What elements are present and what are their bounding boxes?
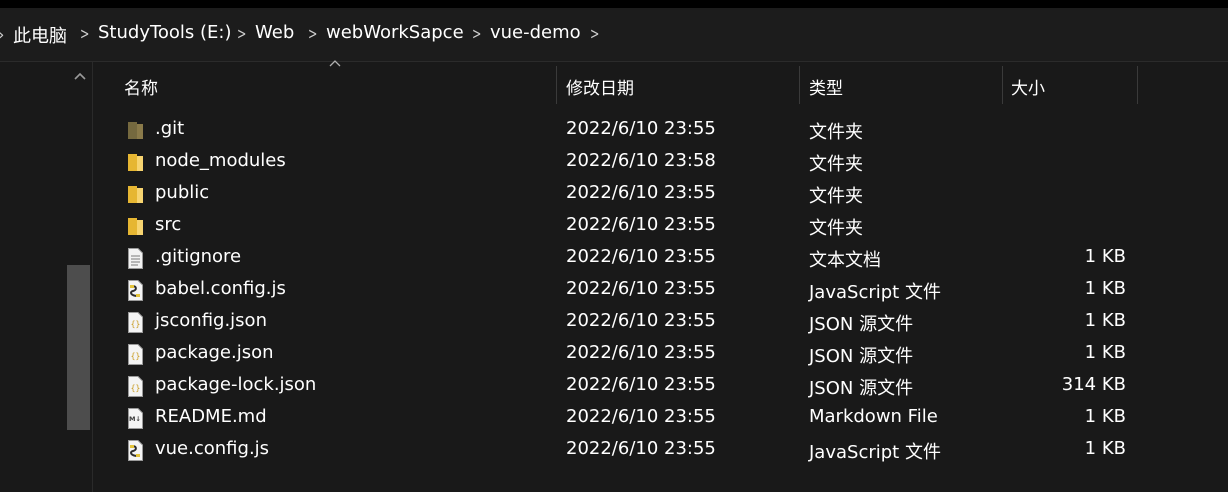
file-type: JSON 源文件: [809, 346, 914, 367]
breadcrumb-vue-demo[interactable]: vue-demo: [490, 22, 581, 43]
file-date: 2022/6/10 23:55: [566, 406, 716, 427]
window-top-edge: [0, 0, 1228, 8]
file-size: 1 KB: [1084, 246, 1126, 267]
file-type: 文件夹: [809, 122, 863, 143]
file-date: 2022/6/10 23:58: [566, 150, 716, 171]
column-header-date[interactable]: 修改日期: [557, 62, 799, 108]
scroll-up-icon[interactable]: [72, 70, 88, 86]
file-name: .git: [155, 118, 185, 139]
breadcrumb-this-pc[interactable]: 此电脑: [13, 22, 67, 48]
file-date: 2022/6/10 23:55: [566, 278, 716, 299]
folder-icon: [128, 186, 143, 203]
breadcrumb-overflow-chevron-icon[interactable]: ›: [0, 25, 4, 44]
file-size: 314 KB: [1061, 374, 1126, 395]
column-header-type-label: 类型: [809, 79, 843, 99]
address-bar[interactable]: › 此电脑 > StudyTools (E:) > Web > webWorkS…: [0, 8, 1228, 62]
json-file-icon: {}: [128, 376, 143, 397]
folder-hidden-icon: [128, 122, 143, 139]
column-header-size-label: 大小: [1011, 79, 1045, 99]
breadcrumb-chevron-icon[interactable]: >: [80, 24, 89, 43]
file-date: 2022/6/10 23:55: [566, 438, 716, 459]
file-type: 文件夹: [809, 186, 863, 207]
file-name: babel.config.js: [155, 278, 286, 299]
breadcrumb-webworksapce[interactable]: webWorkSapce: [326, 22, 464, 43]
file-row[interactable]: .gitignore 2022/6/10 23:55 文本文档 1 KB: [95, 242, 1228, 274]
file-type: JSON 源文件: [809, 314, 914, 335]
file-row[interactable]: {} package.json 2022/6/10 23:55 JSON 源文件…: [95, 338, 1228, 370]
json-file-icon: {}: [128, 344, 143, 365]
file-type: Markdown File: [809, 406, 938, 427]
json-file-icon: {}: [128, 312, 143, 333]
svg-text:{}: {}: [131, 320, 141, 329]
column-header-name[interactable]: 名称: [110, 62, 556, 108]
file-date: 2022/6/10 23:55: [566, 310, 716, 331]
folder-icon: [128, 154, 143, 171]
breadcrumb-chevron-icon[interactable]: >: [308, 24, 317, 43]
breadcrumb-web[interactable]: Web: [255, 22, 294, 43]
file-date: 2022/6/10 23:55: [566, 118, 716, 139]
column-header-size[interactable]: 大小: [1003, 62, 1137, 108]
file-type: JavaScript 文件: [809, 442, 941, 463]
file-size: 1 KB: [1084, 406, 1126, 427]
file-row[interactable]: .git 2022/6/10 23:55 文件夹: [95, 114, 1228, 146]
breadcrumb-chevron-icon[interactable]: >: [237, 24, 246, 43]
markdown-file-icon: M↓: [128, 408, 143, 429]
file-row[interactable]: M↓ README.md 2022/6/10 23:55 Markdown Fi…: [95, 402, 1228, 434]
svg-text:{}: {}: [131, 352, 141, 361]
breadcrumb-studytools[interactable]: StudyTools (E:): [98, 22, 232, 43]
file-type: 文本文档: [809, 250, 881, 271]
file-type: 文件夹: [809, 154, 863, 175]
file-row[interactable]: node_modules 2022/6/10 23:58 文件夹: [95, 146, 1228, 178]
column-header-name-label: 名称: [124, 79, 158, 99]
file-name: public: [155, 182, 210, 203]
js-file-icon: [128, 280, 143, 301]
folder-icon: [128, 218, 143, 235]
file-row[interactable]: {} package-lock.json 2022/6/10 23:55 JSO…: [95, 370, 1228, 402]
breadcrumb-chevron-icon[interactable]: >: [472, 24, 481, 43]
file-row[interactable]: vue.config.js 2022/6/10 23:55 JavaScript…: [95, 434, 1228, 466]
file-date: 2022/6/10 23:55: [566, 374, 716, 395]
scrollbar-thumb[interactable]: [67, 265, 90, 430]
file-name: .gitignore: [155, 246, 242, 267]
file-row[interactable]: babel.config.js 2022/6/10 23:55 JavaScri…: [95, 274, 1228, 306]
file-date: 2022/6/10 23:55: [566, 214, 716, 235]
file-size: 1 KB: [1084, 278, 1126, 299]
column-header-type[interactable]: 类型: [800, 62, 1002, 108]
file-name: package-lock.json: [155, 374, 317, 395]
file-size: 1 KB: [1084, 310, 1126, 331]
file-list: .git 2022/6/10 23:55 文件夹 node_modules 20…: [95, 114, 1228, 466]
file-type: JavaScript 文件: [809, 282, 941, 303]
file-date: 2022/6/10 23:55: [566, 246, 716, 267]
svg-text:{}: {}: [131, 384, 141, 393]
svg-text:M↓: M↓: [129, 415, 141, 423]
file-type: JSON 源文件: [809, 378, 914, 399]
text-file-icon: [128, 248, 143, 269]
file-name: node_modules: [155, 150, 286, 171]
file-name: src: [155, 214, 182, 235]
file-row[interactable]: src 2022/6/10 23:55 文件夹: [95, 210, 1228, 242]
column-divider[interactable]: [1137, 66, 1138, 104]
file-row[interactable]: public 2022/6/10 23:55 文件夹: [95, 178, 1228, 210]
file-date: 2022/6/10 23:55: [566, 342, 716, 363]
js-file-icon: [128, 440, 143, 461]
file-name: package.json: [155, 342, 274, 363]
column-header-date-label: 修改日期: [566, 79, 634, 99]
breadcrumb-chevron-icon[interactable]: >: [590, 24, 599, 43]
file-name: vue.config.js: [155, 438, 270, 459]
file-row[interactable]: {} jsconfig.json 2022/6/10 23:55 JSON 源文…: [95, 306, 1228, 338]
file-type: 文件夹: [809, 218, 863, 239]
file-date: 2022/6/10 23:55: [566, 182, 716, 203]
file-name: README.md: [155, 406, 267, 427]
file-size: 1 KB: [1084, 438, 1126, 459]
file-name: jsconfig.json: [155, 310, 267, 331]
file-size: 1 KB: [1084, 342, 1126, 363]
